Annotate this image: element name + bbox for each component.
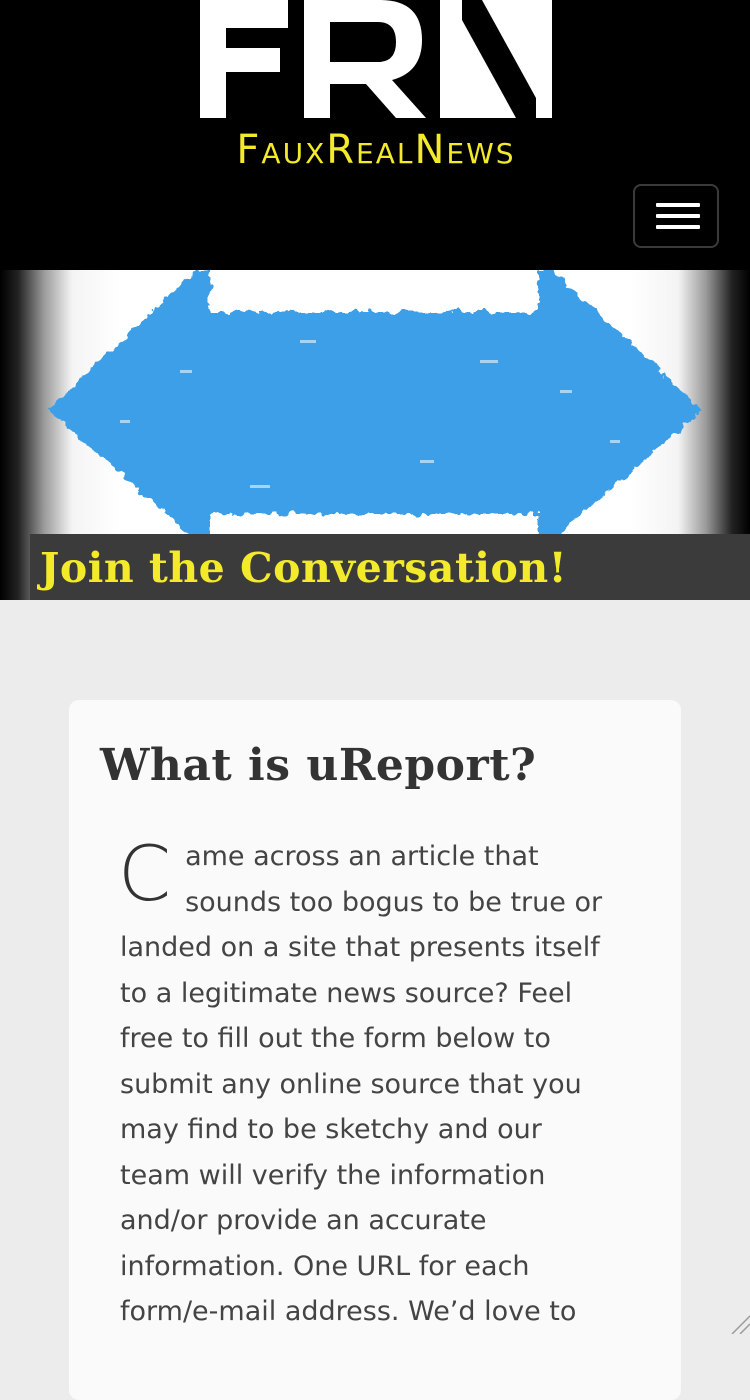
hamburger-bar	[656, 214, 700, 218]
hero-banner: Join the Conversation!	[0, 270, 750, 600]
card-body-text: C ame across an article that sounds too …	[118, 829, 640, 1335]
menu-toggle-button[interactable]	[633, 184, 719, 248]
body-line: free to fill out the form below to	[120, 1023, 551, 1054]
body-line: sounds too bogus to be true or	[185, 886, 603, 918]
body-line: and/or provide an accurate	[120, 1205, 487, 1236]
logo-wordmark: FauxRealNews	[236, 127, 516, 173]
hamburger-menu-icon	[656, 203, 700, 207]
body-line: form/e-mail address. We’d love to	[120, 1296, 577, 1327]
hero-caption: Join the Conversation!	[40, 544, 568, 592]
body-line: information. One URL for each	[120, 1250, 530, 1282]
resize-grip-icon[interactable]	[726, 1310, 750, 1334]
body-line: may find to be sketchy and our	[120, 1114, 542, 1145]
dropcap-letter: C	[118, 829, 172, 918]
ureport-info-card: What is uReport? C ame across an article…	[69, 700, 681, 1400]
site-header: FauxRealNews	[0, 0, 750, 270]
hamburger-bar	[656, 225, 700, 229]
card-title: What is uReport?	[100, 740, 537, 791]
body-line: landed on a site that presents itself	[120, 932, 600, 963]
site-logo-link[interactable]: FauxRealNews	[196, 0, 556, 180]
body-line: team will verify the information	[120, 1159, 546, 1191]
frn-logo-mark	[200, 0, 552, 118]
body-line: ame across an article that	[185, 841, 539, 872]
body-line: submit any online source that you	[120, 1068, 582, 1100]
body-line: to a legitimate news source? Feel	[120, 977, 573, 1009]
